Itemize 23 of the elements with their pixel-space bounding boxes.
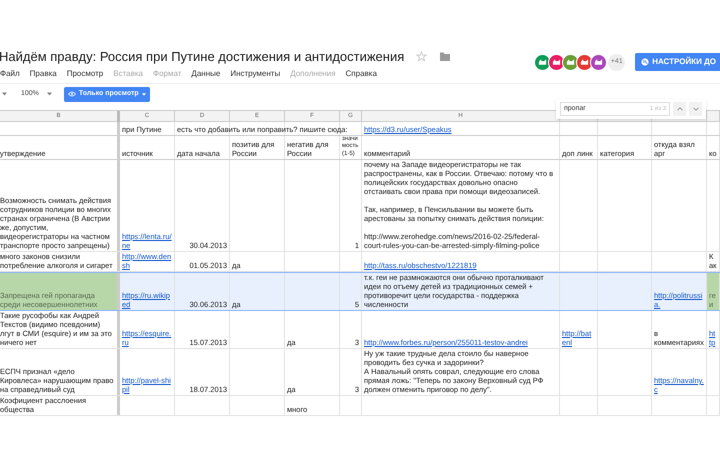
menu-item[interactable]: Просмотр bbox=[66, 68, 104, 80]
chevron-up-icon bbox=[676, 107, 682, 111]
avatar-icon[interactable] bbox=[548, 54, 566, 70]
caret-icon[interactable] bbox=[46, 92, 52, 96]
avatar-icon[interactable] bbox=[534, 54, 552, 70]
caret-icon[interactable] bbox=[2, 92, 7, 96]
share-button[interactable]: НАСТРОЙКИ ДО bbox=[635, 53, 720, 71]
document-title: Найдём правду: Россия при Путине достижения и антидостижения bbox=[0, 48, 404, 66]
next-match-button[interactable] bbox=[689, 102, 702, 116]
caret-icon bbox=[142, 92, 146, 96]
previous-match-button[interactable] bbox=[673, 102, 686, 116]
avatar-icon[interactable] bbox=[590, 54, 608, 70]
chevron-down-icon bbox=[692, 107, 698, 111]
avatar-icon[interactable] bbox=[562, 54, 580, 70]
eye-icon bbox=[68, 91, 76, 97]
menu-item[interactable]: Файл bbox=[0, 68, 20, 80]
menu-item[interactable]: Справка bbox=[346, 68, 377, 80]
menu-item[interactable]: Правка bbox=[30, 68, 57, 80]
star-icon[interactable] bbox=[416, 51, 428, 62]
menu-item[interactable]: Инструменты bbox=[230, 68, 280, 80]
folder-icon[interactable] bbox=[439, 51, 452, 62]
menu-item[interactable]: Данные bbox=[191, 68, 220, 80]
avatar-icon[interactable] bbox=[576, 54, 594, 70]
